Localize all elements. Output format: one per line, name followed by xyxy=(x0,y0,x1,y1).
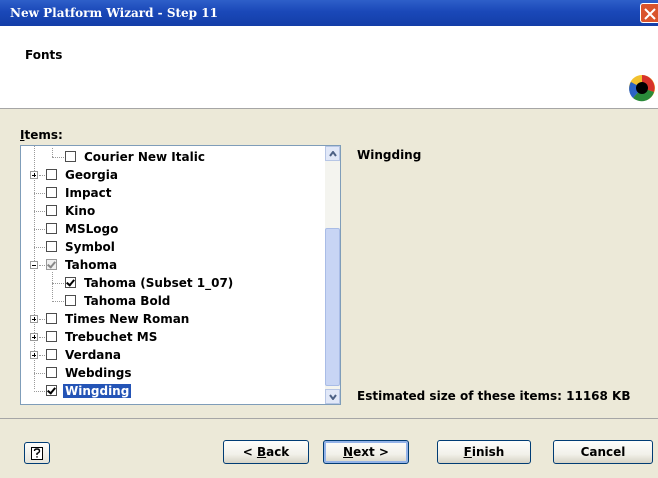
checkbox[interactable] xyxy=(46,349,57,360)
tree-item-tahoma[interactable]: Tahoma xyxy=(21,256,321,274)
expand-plus-icon[interactable] xyxy=(30,171,38,179)
tree-item-label: Wingding xyxy=(63,384,132,398)
scroll-down-button[interactable] xyxy=(325,389,340,404)
page-title: Fonts xyxy=(25,48,63,62)
close-button[interactable] xyxy=(640,3,658,23)
tree-item-wingding[interactable]: Wingding xyxy=(21,382,321,400)
checkbox-partial[interactable] xyxy=(46,259,57,270)
tree-item-label: Impact xyxy=(65,186,112,200)
close-icon xyxy=(644,8,656,20)
estimated-size-text: Estimated size of these items: 11168 KB xyxy=(357,389,631,403)
chevron-down-icon xyxy=(329,394,337,400)
tree-item-impact[interactable]: Impact xyxy=(21,184,321,202)
wizard-header: Fonts xyxy=(0,26,658,109)
wizard-window: New Platform Wizard - Step 11 Fonts Item… xyxy=(0,0,658,478)
checkbox[interactable] xyxy=(65,151,76,162)
tree-item-times-new-roman[interactable]: Times New Roman xyxy=(21,310,321,328)
checkbox[interactable] xyxy=(46,169,57,180)
expand-plus-icon[interactable] xyxy=(30,333,38,341)
scroll-up-button[interactable] xyxy=(325,146,340,161)
tree-item-label: Tahoma (Subset 1_07) xyxy=(84,276,234,290)
chevron-up-icon xyxy=(329,151,337,157)
checkbox-checked[interactable] xyxy=(46,385,57,396)
back-button[interactable]: < Back xyxy=(223,440,309,464)
font-tree[interactable]: Courier New Italic Georgia Impact Kino M… xyxy=(20,145,341,405)
tree-item-label: Georgia xyxy=(65,168,118,182)
tree-item-mslogo[interactable]: MSLogo xyxy=(21,220,321,238)
expand-plus-icon[interactable] xyxy=(30,351,38,359)
tree-item-label: Webdings xyxy=(65,366,132,380)
cancel-button[interactable]: Cancel xyxy=(553,440,653,464)
tree-item-courier-new-italic[interactable]: Courier New Italic xyxy=(21,148,321,166)
colorwheel-logo-icon xyxy=(629,75,655,102)
tree-item-georgia[interactable]: Georgia xyxy=(21,166,321,184)
footer-divider xyxy=(0,418,658,419)
expand-plus-icon[interactable] xyxy=(30,315,38,323)
selected-item-name: Wingding xyxy=(357,148,422,162)
checkbox[interactable] xyxy=(46,241,57,252)
tree-item-label: Kino xyxy=(65,204,96,218)
tree-item-webdings[interactable]: Webdings xyxy=(21,364,321,382)
tree-item-label: Tahoma xyxy=(65,258,118,272)
checkbox[interactable] xyxy=(46,223,57,234)
tree-item-label: Times New Roman xyxy=(65,312,190,326)
next-button[interactable]: Next > xyxy=(323,440,409,464)
tree-item-label: MSLogo xyxy=(65,222,119,236)
finish-button[interactable]: Finish xyxy=(437,440,531,464)
tree-item-label: Tahoma Bold xyxy=(84,294,171,308)
checkbox[interactable] xyxy=(46,331,57,342)
checkbox[interactable] xyxy=(65,295,76,306)
tree-item-label: Courier New Italic xyxy=(84,150,205,164)
items-label: Items: xyxy=(20,128,63,142)
checkbox[interactable] xyxy=(46,313,57,324)
checkbox[interactable] xyxy=(46,187,57,198)
window-title: New Platform Wizard - Step 11 xyxy=(10,6,218,20)
collapse-minus-icon[interactable] xyxy=(30,261,38,269)
tree-item-label: Trebuchet MS xyxy=(65,330,158,344)
tree-item-verdana[interactable]: Verdana xyxy=(21,346,321,364)
help-button[interactable] xyxy=(24,442,50,464)
tree-item-label: Symbol xyxy=(65,240,115,254)
checkbox[interactable] xyxy=(46,205,57,216)
tree-scrollbar[interactable] xyxy=(325,146,340,404)
tree-item-symbol[interactable]: Symbol xyxy=(21,238,321,256)
scroll-thumb[interactable] xyxy=(325,228,340,386)
checkbox[interactable] xyxy=(46,367,57,378)
tree-item-trebuchet-ms[interactable]: Trebuchet MS xyxy=(21,328,321,346)
tree-item-kino[interactable]: Kino xyxy=(21,202,321,220)
title-bar[interactable]: New Platform Wizard - Step 11 xyxy=(0,0,658,26)
tree-item-tahoma-subset[interactable]: Tahoma (Subset 1_07) xyxy=(21,274,321,292)
tree-item-label: Verdana xyxy=(65,348,122,362)
tree-item-tahoma-bold[interactable]: Tahoma Bold xyxy=(21,292,321,310)
help-question-icon xyxy=(31,447,43,460)
checkbox-checked[interactable] xyxy=(65,277,76,288)
